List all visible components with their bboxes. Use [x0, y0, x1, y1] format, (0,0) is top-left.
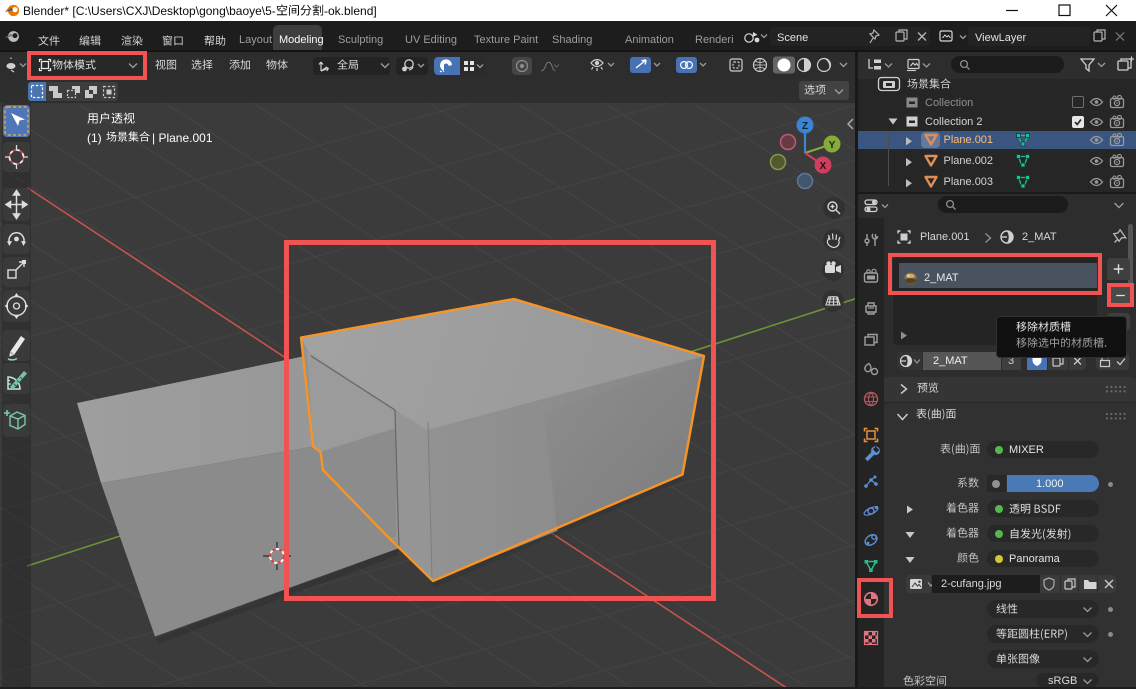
svg-text:Y: Y: [829, 140, 836, 151]
svg-text:X: X: [820, 161, 827, 172]
svg-text:Z: Z: [802, 121, 808, 132]
